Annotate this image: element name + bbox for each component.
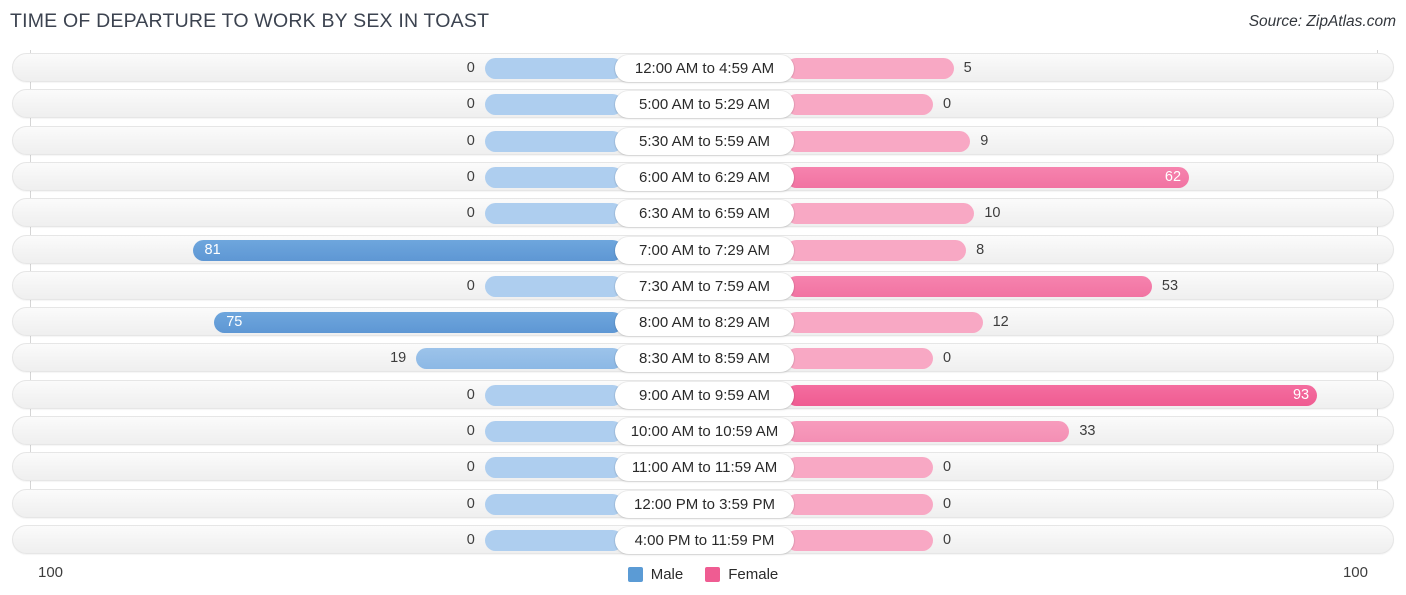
legend-swatch-icon bbox=[627, 567, 643, 582]
page-title: TIME OF DEPARTURE TO WORK BY SEX IN TOAS… bbox=[10, 10, 490, 32]
bar-female[interactable] bbox=[786, 130, 971, 152]
table-row[interactable]: 0 62 6:00 AM to 6:29 AM bbox=[12, 161, 1394, 191]
bar-male[interactable] bbox=[484, 529, 623, 551]
category-label-pill: 7:00 AM to 7:29 AM bbox=[615, 236, 794, 264]
bar-value-female: 12 bbox=[992, 314, 1009, 331]
legend-label: Female bbox=[728, 566, 779, 583]
category-label-pill: 7:30 AM to 7:59 AM bbox=[615, 272, 794, 300]
bar-value-female: 8 bbox=[976, 241, 985, 258]
bar-male[interactable] bbox=[484, 493, 623, 515]
bar-value-female: 10 bbox=[984, 205, 1001, 222]
bar-value-female: 0 bbox=[943, 350, 952, 367]
table-row[interactable]: 0 0 11:00 AM to 11:59 AM bbox=[12, 452, 1394, 482]
bar-male[interactable] bbox=[484, 203, 623, 225]
bar-value-female: 53 bbox=[1161, 277, 1179, 294]
bar-value-male: 0 bbox=[466, 132, 475, 149]
bar-value-male: 0 bbox=[466, 96, 475, 113]
category-label-pill: 11:00 AM to 11:59 AM bbox=[615, 454, 794, 482]
bar-value-female: 5 bbox=[963, 60, 972, 76]
bar-female[interactable] bbox=[786, 94, 934, 116]
bar-value-male: 0 bbox=[466, 168, 475, 185]
table-row[interactable]: 0 93 9:00 AM to 9:59 AM bbox=[12, 379, 1394, 409]
category-label-pill: 8:30 AM to 8:59 AM bbox=[615, 345, 794, 373]
table-row[interactable]: 0 5 12:00 AM to 4:59 AM bbox=[12, 53, 1394, 82]
bar-male[interactable] bbox=[484, 166, 623, 188]
bar-female[interactable] bbox=[786, 348, 934, 370]
bar-value-male: 0 bbox=[466, 277, 475, 294]
bar-female[interactable] bbox=[786, 457, 934, 479]
bar-value-male: 0 bbox=[466, 205, 475, 222]
source-attribution: Source: ZipAtlas.com bbox=[1248, 13, 1396, 30]
bar-female[interactable] bbox=[786, 421, 1070, 442]
category-label-pill: 12:00 PM to 3:59 PM bbox=[615, 490, 794, 518]
bar-value-male: 0 bbox=[466, 495, 475, 512]
table-row[interactable]: 0 33 10:00 AM to 10:59 AM bbox=[12, 416, 1394, 445]
table-row[interactable]: 0 53 7:30 AM to 7:59 AM bbox=[12, 270, 1394, 300]
bar-value-female: 62 bbox=[1164, 168, 1182, 185]
bar-value-female: 0 bbox=[943, 495, 952, 512]
bar-female[interactable] bbox=[786, 529, 934, 551]
chart-plot-area: 0 5 12:00 AM to 4:59 AM 0 0 5:00 AM to 5:29 A… bbox=[0, 50, 1406, 555]
chart-legend: Male Female bbox=[0, 566, 1406, 583]
table-row[interactable]: 0 10 6:30 AM to 6:59 AM bbox=[12, 198, 1394, 228]
category-label-pill: 8:00 AM to 8:29 AM bbox=[615, 309, 794, 337]
bar-male[interactable] bbox=[484, 275, 623, 297]
bar-female[interactable] bbox=[786, 493, 934, 515]
bar-male[interactable] bbox=[484, 457, 623, 479]
chart-header: TIME OF DEPARTURE TO WORK BY SEX IN TOAS… bbox=[0, 0, 1406, 46]
bar-male[interactable] bbox=[484, 384, 623, 406]
bar-male[interactable] bbox=[192, 239, 623, 261]
category-label-pill: 6:30 AM to 6:59 AM bbox=[615, 200, 794, 228]
bar-female[interactable] bbox=[786, 384, 1318, 406]
bar-value-female: 33 bbox=[1079, 423, 1096, 439]
category-label-pill: 4:00 PM to 11:59 PM bbox=[615, 526, 794, 554]
category-label-pill: 6:00 AM to 6:29 AM bbox=[615, 163, 794, 191]
bar-female[interactable] bbox=[786, 275, 1152, 297]
legend-swatch-icon bbox=[705, 567, 721, 582]
bar-male[interactable] bbox=[416, 348, 623, 370]
legend-female[interactable]: Female bbox=[705, 566, 778, 583]
bar-value-male: 0 bbox=[466, 459, 475, 476]
bar-value-male: 0 bbox=[466, 531, 475, 548]
table-row[interactable]: 19 0 8:30 AM to 8:59 AM bbox=[12, 343, 1394, 373]
category-label-pill: 10:00 AM to 10:59 AM bbox=[615, 418, 794, 445]
bar-female[interactable] bbox=[786, 203, 975, 225]
bar-female[interactable] bbox=[786, 239, 967, 261]
bar-male[interactable] bbox=[484, 58, 623, 79]
category-label-pill: 9:00 AM to 9:59 AM bbox=[615, 381, 794, 409]
bar-male[interactable] bbox=[484, 94, 623, 116]
table-row[interactable]: 0 0 4:00 PM to 11:59 PM bbox=[12, 524, 1394, 554]
bar-value-female: 0 bbox=[943, 531, 952, 548]
bar-male[interactable] bbox=[214, 312, 623, 334]
category-label-pill: 5:00 AM to 5:29 AM bbox=[615, 91, 794, 119]
bar-value-male: 81 bbox=[204, 241, 221, 258]
legend-male[interactable]: Male bbox=[627, 566, 684, 583]
table-row[interactable]: 75 12 8:00 AM to 8:29 AM bbox=[12, 307, 1394, 337]
category-label-pill: 12:00 AM to 4:59 AM bbox=[615, 55, 794, 82]
bar-value-male: 0 bbox=[466, 423, 475, 439]
legend-label: Male bbox=[650, 566, 684, 583]
bar-value-male: 0 bbox=[466, 60, 475, 76]
bar-value-female: 93 bbox=[1292, 386, 1310, 403]
bar-male[interactable] bbox=[484, 421, 623, 442]
table-row[interactable]: 0 9 5:30 AM to 5:59 AM bbox=[12, 125, 1394, 155]
bar-value-female: 0 bbox=[943, 459, 952, 476]
bar-value-male: 75 bbox=[226, 314, 243, 331]
bar-male[interactable] bbox=[484, 130, 623, 152]
table-row[interactable]: 81 8 7:00 AM to 7:29 AM bbox=[12, 234, 1394, 264]
bar-value-female: 9 bbox=[980, 132, 989, 149]
bar-value-male: 0 bbox=[466, 386, 475, 403]
category-label-pill: 5:30 AM to 5:59 AM bbox=[615, 127, 794, 155]
chart-page: TIME OF DEPARTURE TO WORK BY SEX IN TOAS… bbox=[0, 0, 1406, 595]
table-row[interactable]: 0 0 12:00 PM to 3:59 PM bbox=[12, 488, 1394, 518]
bar-female[interactable] bbox=[786, 312, 983, 334]
bar-value-male: 19 bbox=[390, 350, 407, 367]
bar-female[interactable] bbox=[786, 166, 1190, 188]
bar-value-female: 0 bbox=[943, 96, 952, 113]
bar-female[interactable] bbox=[786, 58, 954, 79]
table-row[interactable]: 0 0 5:00 AM to 5:29 AM bbox=[12, 89, 1394, 119]
